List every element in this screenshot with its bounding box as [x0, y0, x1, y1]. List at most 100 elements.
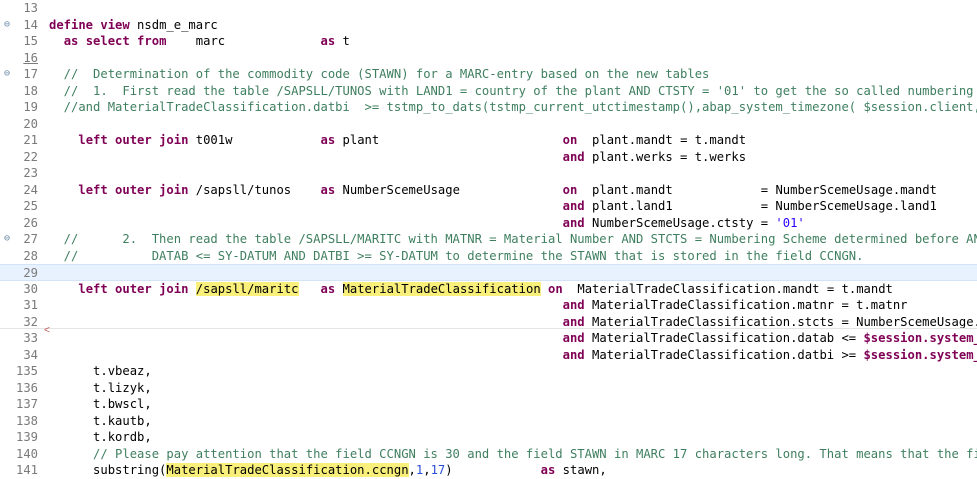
line-number: 30 — [23, 281, 38, 296]
code-line[interactable]: 135 t.vbeaz, — [0, 363, 977, 380]
code-token: left outer join — [78, 281, 189, 296]
code-token: and — [562, 149, 585, 164]
code-token: marc — [166, 34, 321, 48]
code-token: t.vbeaz, — [49, 364, 152, 378]
line-number: 26 — [23, 215, 38, 230]
code-token: nsdm_e_marc — [129, 17, 218, 32]
code-token: as — [540, 463, 556, 477]
code-token: on — [548, 281, 563, 296]
code-line[interactable]: 140 // Please pay attention that the fie… — [0, 446, 977, 463]
code-line[interactable]: 23 — [0, 165, 977, 182]
code-text: // Please pay attention that the field C… — [49, 446, 977, 463]
code-text: and MaterialTradeClassification.datab <=… — [49, 330, 977, 347]
code-line[interactable]: 34 and MaterialTradeClassification.datbi… — [0, 347, 977, 364]
code-token: as — [320, 281, 336, 296]
code-editor[interactable]: 13 ⊖ 14 define view nsdm_e_marc 15 as select… — [0, 0, 977, 477]
code-line[interactable]: 19 //and MaterialTradeClassification.dat… — [0, 99, 977, 116]
code-token: as — [320, 34, 336, 48]
code-token: t001w — [188, 133, 321, 147]
code-line[interactable]: 24 left outer join /sapsll/tunos as Numb… — [0, 182, 977, 199]
code-line[interactable]: 15 as select from marc as t — [0, 33, 977, 50]
code-token: and — [562, 215, 585, 230]
code-token: as — [320, 133, 336, 147]
code-line[interactable]: 139 t.kordb, — [0, 429, 977, 446]
line-number: 29 — [23, 266, 38, 280]
code-text: t.kautb, — [49, 413, 152, 430]
code-line[interactable]: 21 left outer join t001w as plant on pla… — [0, 132, 977, 149]
line-number: 140 — [15, 446, 38, 461]
line-number: 31 — [23, 298, 38, 312]
code-token: // Determination of the commodity code (… — [49, 67, 710, 81]
code-line[interactable]: 136 t.lizyk, — [0, 380, 977, 397]
code-token: and — [562, 331, 585, 345]
code-line[interactable]: 28 // DATAB <= SY-DATUM AND DATBI >= SY-… — [0, 248, 977, 265]
code-token: // Please pay attention that the field C… — [49, 446, 977, 461]
code-line[interactable]: 22 and plant.werks = t.werks — [0, 149, 977, 166]
code-token: MaterialTradeClassification.mandt = t.ma… — [562, 281, 893, 296]
code-line[interactable]: 141 substring(MaterialTradeClassificatio… — [0, 462, 977, 479]
collapsed-region-marker[interactable]: ˂ — [44, 325, 50, 337]
code-line[interactable]: 29 — [0, 264, 977, 281]
code-text: and MaterialTradeClassification.matnr = … — [49, 297, 908, 314]
code-token: t — [335, 34, 350, 48]
code-line[interactable]: 137 t.bwscl, — [0, 396, 977, 413]
code-token: plant.land1 = NumberScemeUsage.land1 — [584, 199, 937, 213]
code-line[interactable]: 31 and MaterialTradeClassification.matnr… — [0, 297, 977, 314]
code-text: substring(MaterialTradeClassification.cc… — [49, 462, 607, 479]
code-text: // DATAB <= SY-DATUM AND DATBI >= SY-DAT… — [49, 248, 864, 265]
code-token: as select from — [63, 34, 167, 48]
code-token: // 1. First read the table /SAPSLL/TUNOS… — [49, 83, 977, 98]
code-text: t.vbeaz, — [49, 363, 152, 380]
code-token: plant — [335, 133, 563, 147]
code-token: and — [562, 347, 585, 362]
line-number: 136 — [15, 380, 38, 395]
code-text: t.kordb, — [49, 429, 152, 446]
code-line[interactable]: 30 left outer join /sapsll/maritc as Mat… — [0, 281, 977, 298]
code-line[interactable]: ⊖ 17 // Determination of the commodity co… — [0, 66, 977, 83]
code-line[interactable]: 16 — [0, 50, 977, 67]
code-token: MaterialTradeClassification.datbi >= — [584, 347, 864, 362]
line-number: 24 — [23, 182, 38, 197]
code-token: ) — [445, 463, 541, 477]
code-line[interactable]: 138 t.kautb, — [0, 413, 977, 430]
line-number: 28 — [23, 248, 38, 263]
highlighted-token: MaterialTradeClassification.ccngn — [166, 463, 409, 477]
code-token: and — [562, 298, 585, 312]
code-line[interactable]: 26 and NumberScemeUsage.ctsty = '01' — [0, 215, 977, 232]
code-line[interactable]: 20 — [0, 116, 977, 133]
code-line[interactable]: 25 and plant.land1 = NumberScemeUsage.la… — [0, 198, 977, 215]
line-number: 19 — [23, 100, 38, 114]
code-text: // 2. Then read the table /SAPSLL/MARITC… — [49, 231, 977, 248]
code-token: t.bwscl, — [49, 397, 152, 411]
code-line[interactable]: ⊖ 27 // 2. Then read the table /SAPSLL/MA… — [0, 231, 977, 248]
code-text: t.bwscl, — [49, 396, 152, 413]
line-number: 15 — [23, 34, 38, 48]
code-text: left outer join /sapsll/maritc as Materi… — [49, 281, 893, 298]
code-line[interactable]: 18 // 1. First read the table /SAPSLL/TU… — [0, 83, 977, 100]
line-number: 21 — [23, 133, 38, 147]
code-token: // 2. Then read the table /SAPSLL/MARITC… — [49, 232, 977, 246]
code-text: as select from marc as t — [49, 33, 350, 50]
code-text: left outer join /sapsll/tunos as NumberS… — [49, 182, 937, 199]
code-line[interactable]: ⊖ 14 define view nsdm_e_marc — [0, 17, 977, 34]
code-text: and plant.werks = t.werks — [49, 149, 746, 166]
line-number: 22 — [23, 149, 38, 164]
code-token: MaterialTradeClassification.datab <= — [584, 331, 864, 345]
code-token: NumberScemeUsage.ctsty = — [584, 215, 776, 230]
code-token: plant.werks = t.werks — [584, 149, 747, 164]
code-line[interactable]: 33 and MaterialTradeClassification.datab… — [0, 330, 977, 347]
code-text: and NumberScemeUsage.ctsty = '01' — [49, 215, 805, 232]
line-number: 33 — [23, 331, 38, 345]
line-number: 20 — [23, 116, 38, 131]
code-line[interactable]: 13 — [0, 0, 977, 17]
